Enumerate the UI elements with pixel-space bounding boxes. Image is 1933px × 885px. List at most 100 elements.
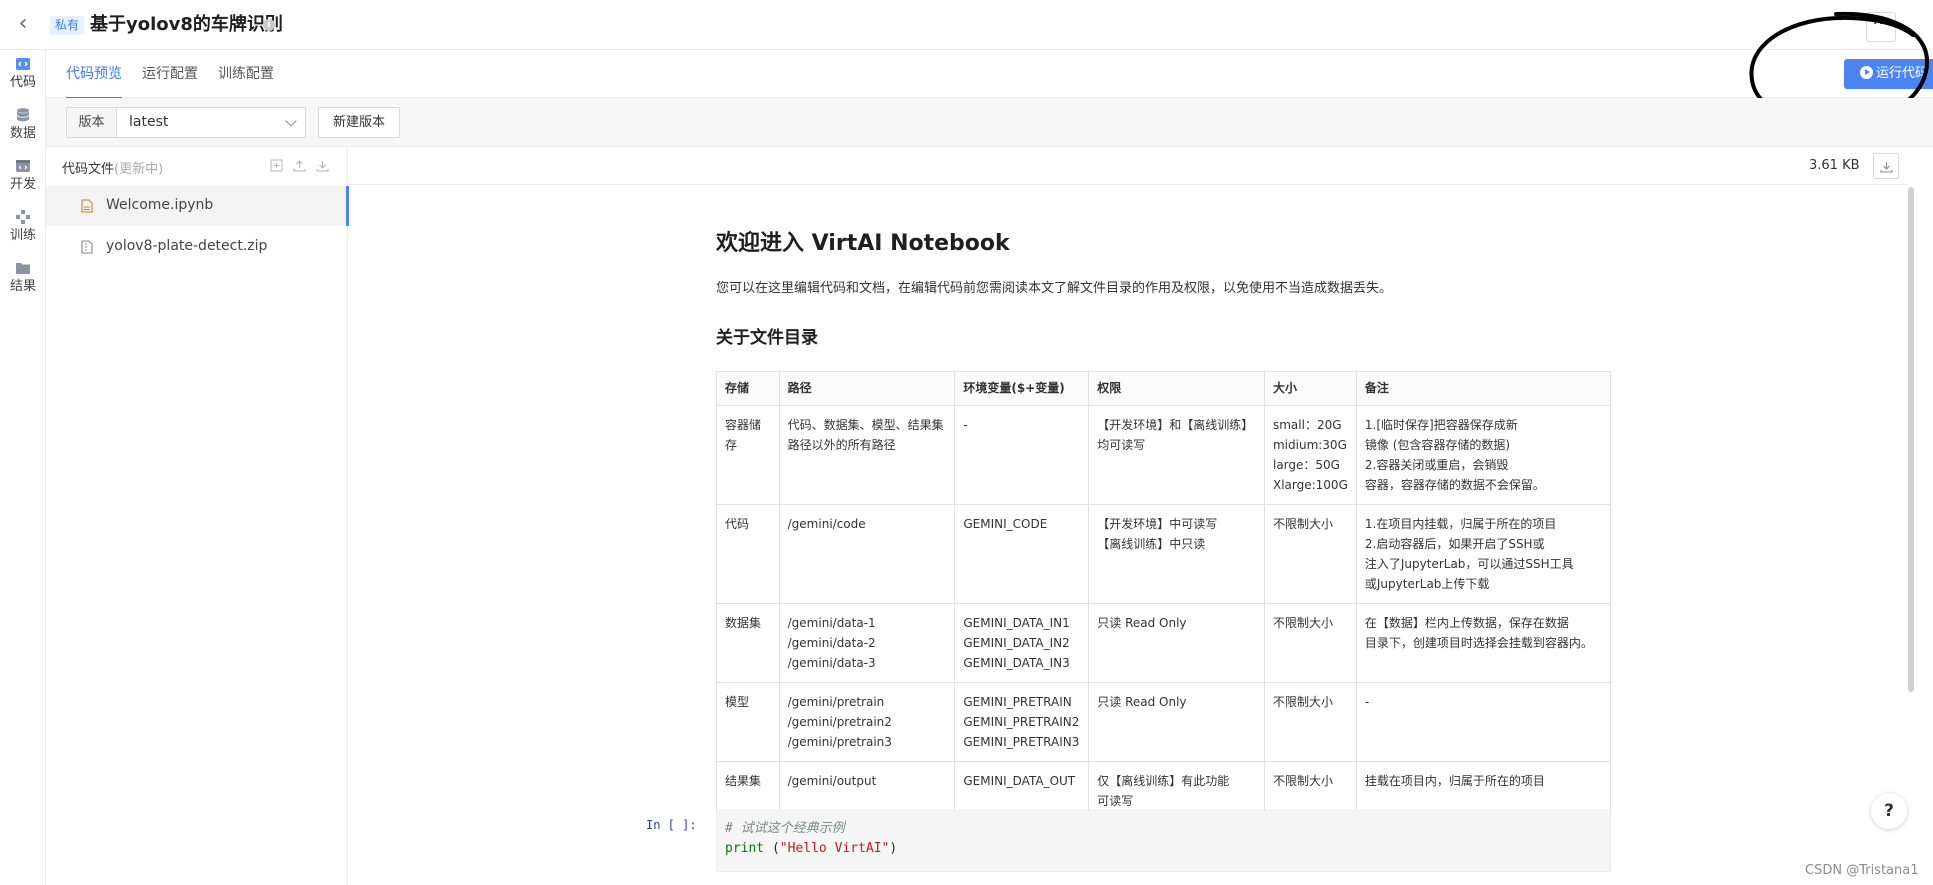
help-button[interactable]: ? bbox=[1871, 793, 1907, 829]
table-cell-storage: 容器储存 bbox=[716, 405, 780, 505]
cell-line: /gemini/output bbox=[787, 774, 877, 788]
file-name: yolov8-plate-detect.zip bbox=[106, 238, 268, 254]
table-cell-env: GEMINI_CODE bbox=[954, 504, 1090, 604]
tab-train-config[interactable]: 训练配置 bbox=[218, 50, 274, 98]
cell-line: GEMINI_DATA_OUT bbox=[963, 774, 1076, 788]
download-file-button[interactable] bbox=[1873, 153, 1899, 179]
table-header: 权限 bbox=[1088, 371, 1265, 406]
new-folder-icon[interactable] bbox=[270, 159, 283, 172]
code-string: "Hello VirtAI" bbox=[779, 841, 890, 856]
run-code-label: 运行代码 bbox=[1875, 66, 1928, 81]
code-icon bbox=[16, 58, 30, 70]
cell-line: 2.容器关闭或重启，会销毁 bbox=[1364, 458, 1509, 472]
cell-line: GEMINI_DATA_IN2 bbox=[963, 636, 1070, 650]
version-bar: 版本 latest 新建版本 bbox=[46, 98, 1933, 147]
cell-line: GEMINI_DATA_IN3 bbox=[963, 656, 1070, 670]
cell-line: 容器，容器存储的数据不会保留。 bbox=[1364, 478, 1545, 492]
cell-line: large：50G bbox=[1272, 458, 1340, 472]
cell-line: 在【数据】栏内上传数据，保存在数据 bbox=[1364, 616, 1569, 630]
download-icon[interactable] bbox=[316, 159, 329, 172]
cell-line: Xlarge:100G bbox=[1272, 478, 1348, 492]
file-panel-subtitle: (更新中) bbox=[114, 162, 164, 177]
tab-run-config[interactable]: 运行配置 bbox=[142, 50, 198, 98]
more-options-button[interactable]: ··· bbox=[1866, 12, 1896, 42]
rail-item-train[interactable]: 训练 bbox=[0, 209, 46, 259]
cell-line: - bbox=[1364, 695, 1370, 709]
folder-icon bbox=[16, 263, 30, 274]
directory-table-body: 容器储存 代码、数据集、模型、结果集 路径以外的所有路径 - 【开发环境】和【离线训练】… bbox=[716, 405, 1612, 821]
table-row: 代码/gemini/code GEMINI_CODE 【开发环境】中可读写 【离线训练… bbox=[716, 504, 1612, 604]
private-badge: 私有 bbox=[50, 16, 85, 35]
code-comment: # 试试这个经典示例 bbox=[725, 821, 845, 836]
cell-line: 不限制大小 bbox=[1272, 616, 1333, 630]
notebook-heading: 欢迎进入 VirtAI Notebook bbox=[716, 231, 1010, 256]
cell-line: 仅【离线训练】有此功能 bbox=[1097, 774, 1230, 788]
table-header: 环境变量($+变量) bbox=[954, 371, 1090, 406]
table-cell-size: 不限制大小 bbox=[1263, 682, 1357, 762]
cell-prompt: In [ ]: bbox=[646, 818, 697, 832]
table-cell-path: 代码、数据集、模型、结果集 路径以外的所有路径 bbox=[778, 405, 956, 505]
cell-line: 只读 Read Only bbox=[1097, 616, 1187, 630]
rail-item-results[interactable]: 结果 bbox=[0, 260, 46, 310]
cell-line: small：20G bbox=[1272, 418, 1342, 432]
cell-line: /gemini/pretrain bbox=[787, 695, 885, 709]
new-version-button[interactable]: 新建版本 bbox=[318, 107, 400, 138]
table-cell-note: 1.[临时保存]把容器保存成新 镜像 (包含容器存储的数据) 2.容器关闭或重启，会… bbox=[1355, 405, 1612, 505]
watermark: CSDN @Tristana1 bbox=[1805, 863, 1919, 878]
version-select[interactable]: 版本 latest bbox=[66, 107, 306, 138]
rail-label: 数据 bbox=[9, 126, 36, 141]
table-cell-env: GEMINI_PRETRAIN GEMINI_PRETRAIN2 GEMINI_PR… bbox=[954, 682, 1090, 762]
table-row: 数据集/gemini/data-1/gemini/data-2/gemini/d… bbox=[716, 603, 1612, 683]
table-cell-perm: 只读 Read Only bbox=[1088, 603, 1265, 683]
cell-line: /gemini/pretrain2 bbox=[787, 715, 892, 729]
table-header: 备注 bbox=[1355, 371, 1612, 406]
table-cell-size: small：20G midium:30G large：50G Xlarge:100G bbox=[1263, 405, 1357, 505]
rail-item-data[interactable]: 数据 bbox=[0, 107, 46, 157]
run-code-button[interactable]: 运行代码 bbox=[1844, 59, 1933, 89]
cell-line: /gemini/pretrain3 bbox=[787, 735, 892, 749]
table-cell-env: GEMINI_DATA_IN1 GEMINI_DATA_IN2 GEMINI_DAT… bbox=[954, 603, 1090, 683]
cell-line: 【开发环境】中可读写 bbox=[1097, 517, 1218, 531]
rail-label: 训练 bbox=[9, 228, 36, 243]
content-header: 3.61 KB bbox=[349, 147, 1909, 185]
code-paren: ( bbox=[764, 841, 780, 856]
upload-icon[interactable] bbox=[293, 159, 306, 172]
cell-line: 均可读写 bbox=[1097, 438, 1146, 452]
table-header: 路径 bbox=[778, 371, 956, 406]
file-item-welcome[interactable]: Welcome.ipynb bbox=[46, 186, 349, 226]
cell-line: 【离线训练】中只读 bbox=[1097, 537, 1206, 551]
table-cell-note: 1.在项目内挂载，归属于所在的项目 2.启动容器后，如果开启了SSH或 注入了Jup… bbox=[1355, 504, 1612, 604]
cell-line: /gemini/data-3 bbox=[787, 656, 876, 670]
rail-item-dev[interactable]: 开发 bbox=[0, 158, 46, 208]
train-icon bbox=[16, 210, 30, 224]
cell-line: 注入了JupyterLab，可以通过SSH工具 bbox=[1364, 557, 1574, 571]
code-cell[interactable]: # 试试这个经典示例 print ("Hello VirtAI") bbox=[716, 810, 1611, 872]
info-icon[interactable]: i bbox=[263, 19, 275, 31]
table-cell-path: /gemini/code bbox=[778, 504, 956, 604]
content-scrollbar[interactable] bbox=[1908, 185, 1916, 885]
cell-line: 2.启动容器后，如果开启了SSH或 bbox=[1364, 537, 1545, 551]
file-name: Welcome.ipynb bbox=[106, 197, 214, 213]
tab-code-preview[interactable]: 代码预览 bbox=[66, 50, 122, 99]
cell-line: 不限制大小 bbox=[1272, 517, 1333, 531]
table-cell-path: /gemini/data-1/gemini/data-2/gemini/data… bbox=[778, 603, 956, 683]
cell-line: 只读 Read Only bbox=[1097, 695, 1187, 709]
cell-line: 可读写 bbox=[1097, 794, 1134, 808]
code-keyword: print bbox=[725, 841, 765, 856]
file-item-zip[interactable]: yolov8-plate-detect.zip bbox=[46, 227, 348, 267]
project-title: 基于yolov8的车牌识别 bbox=[90, 14, 283, 35]
rail-item-code[interactable]: 代码 bbox=[0, 56, 46, 106]
cell-line: 目录下，创建项目时选择会挂载到容器内。 bbox=[1364, 636, 1593, 650]
table-cell-note: 在【数据】栏内上传数据，保存在数据目录下，创建项目时选择会挂载到容器内。 bbox=[1355, 603, 1612, 683]
back-arrow-icon[interactable]: ‹ bbox=[10, 12, 36, 38]
tab-bar: 代码预览 运行配置 训练配置 运行代码 bbox=[46, 50, 1933, 99]
directory-table: 存储 路径 环境变量($+变量) 权限 大小 备注 容器储存 代码、数据集、模型、… bbox=[716, 371, 1612, 821]
rail-label: 开发 bbox=[9, 177, 36, 192]
table-cell-env: - bbox=[954, 405, 1090, 505]
scroll-thumb[interactable] bbox=[1908, 187, 1914, 692]
file-size: 3.61 KB bbox=[1809, 158, 1860, 173]
database-icon bbox=[16, 108, 30, 122]
table-row: 容器储存 代码、数据集、模型、结果集 路径以外的所有路径 - 【开发环境】和【离线训练】… bbox=[716, 405, 1612, 505]
play-icon bbox=[1859, 66, 1873, 79]
notebook-file-icon bbox=[81, 199, 93, 213]
